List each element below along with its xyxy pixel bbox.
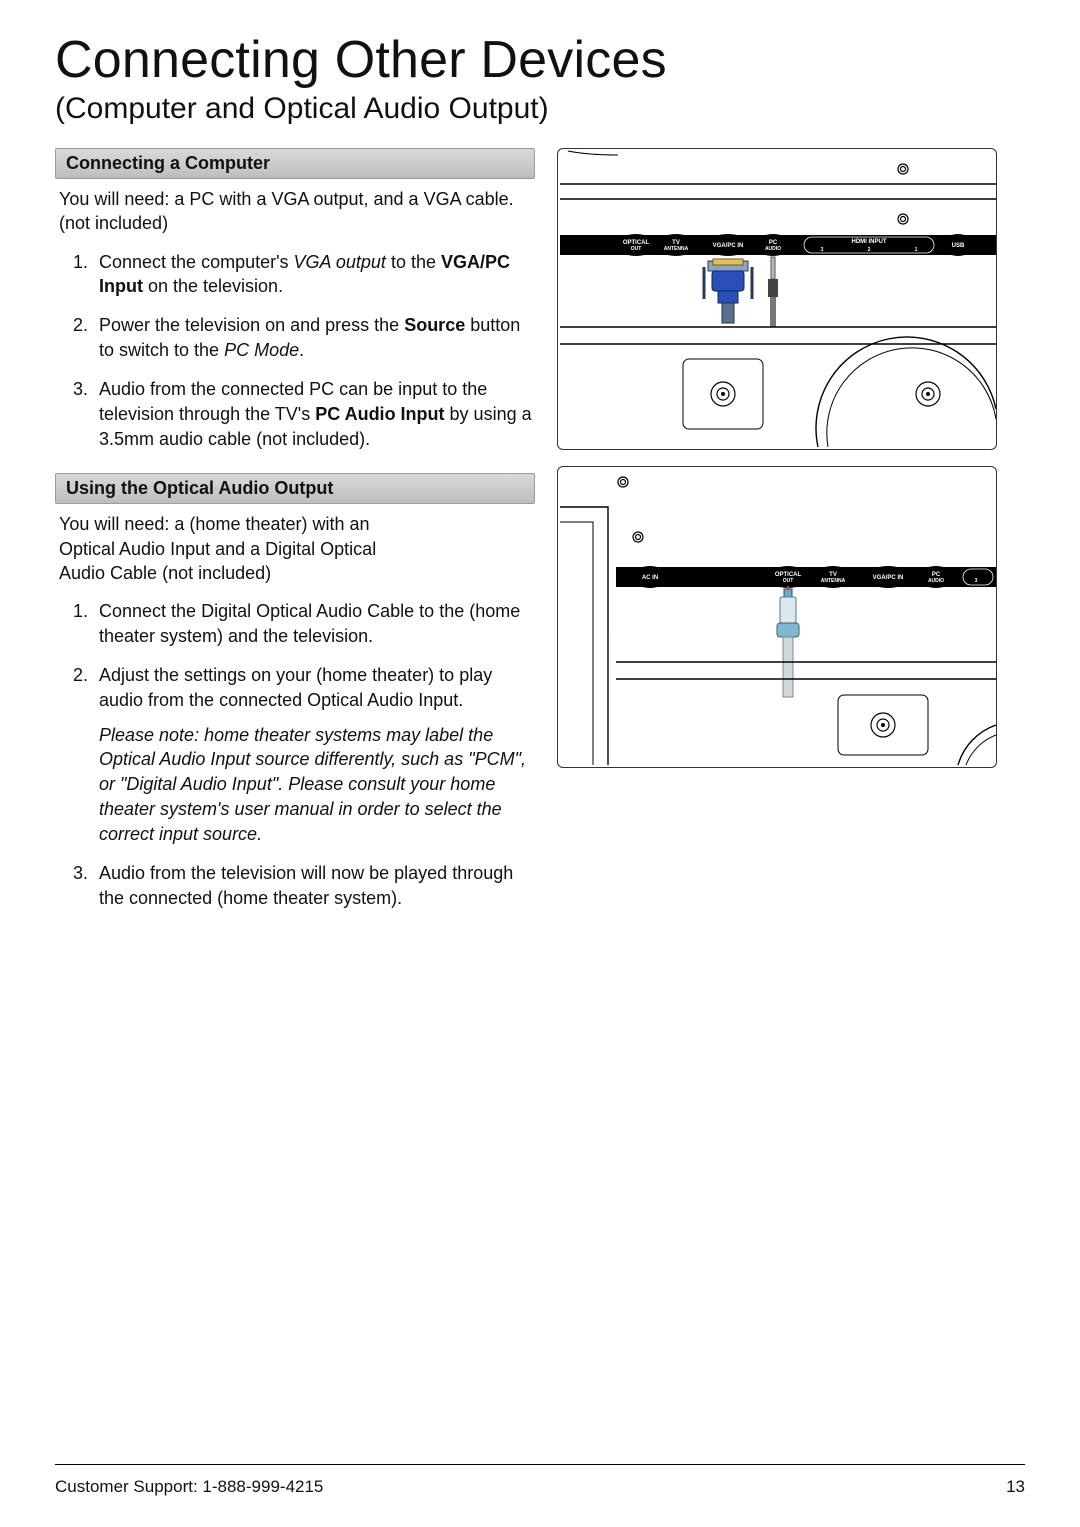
svg-text:VGA/PC IN: VGA/PC IN	[713, 243, 744, 249]
svg-text:ANTENNA: ANTENNA	[821, 578, 846, 584]
section1-intro: You will need: a PC with a VGA output, a…	[59, 187, 531, 236]
svg-text:VGA/PC IN: VGA/PC IN	[873, 575, 904, 581]
figure-optical-connection: AC IN OPTICAL OUT TV ANTENNA VGA/PC IN P…	[557, 466, 997, 768]
figure-vga-connection: OPTICAL OUT TV ANTENNA VGA/PC IN PC AUDI…	[557, 148, 997, 450]
svg-text:AC IN: AC IN	[642, 575, 658, 581]
svg-text:AUDIO: AUDIO	[765, 246, 781, 252]
section2-intro: You will need: a (home theater) with an …	[59, 512, 419, 585]
audio-jack-icon	[768, 257, 778, 327]
section-heading-computer: Connecting a Computer	[55, 148, 535, 179]
list-item: Audio from the television will now be pl…	[93, 861, 535, 911]
vga-connector-icon	[704, 259, 752, 323]
list-item: Audio from the connected PC can be input…	[93, 377, 535, 451]
page-subtitle: (Computer and Optical Audio Output)	[55, 92, 1025, 126]
footer-support: Customer Support: 1-888-999-4215	[55, 1477, 323, 1497]
svg-text:1: 1	[915, 247, 918, 253]
svg-text:OUT: OUT	[631, 246, 642, 252]
section2-steps: Connect the Digital Optical Audio Cable …	[55, 599, 535, 910]
svg-text:AUDIO: AUDIO	[928, 578, 944, 584]
footer-divider	[55, 1464, 1025, 1465]
section1-steps: Connect the computer's VGA output to the…	[55, 250, 535, 452]
svg-text:USB: USB	[952, 243, 965, 249]
optical-connector-icon	[777, 585, 799, 697]
list-item: Power the television on and press the So…	[93, 313, 535, 363]
svg-text:OUT: OUT	[783, 578, 794, 584]
svg-text:2: 2	[868, 247, 871, 253]
section-heading-optical: Using the Optical Audio Output	[55, 473, 535, 504]
list-item: Adjust the settings on your (home theate…	[93, 663, 535, 847]
svg-text:ANTENNA: ANTENNA	[664, 246, 689, 252]
section2-note: Please note: home theater systems may la…	[99, 723, 535, 847]
list-item: Connect the computer's VGA output to the…	[93, 250, 535, 300]
page-title: Connecting Other Devices	[55, 30, 1025, 90]
svg-text:3: 3	[821, 247, 824, 253]
svg-text:HDMI INPUT: HDMI INPUT	[852, 239, 887, 245]
svg-text:3: 3	[975, 578, 978, 584]
page-number: 13	[1006, 1477, 1025, 1497]
list-item: Connect the Digital Optical Audio Cable …	[93, 599, 535, 649]
